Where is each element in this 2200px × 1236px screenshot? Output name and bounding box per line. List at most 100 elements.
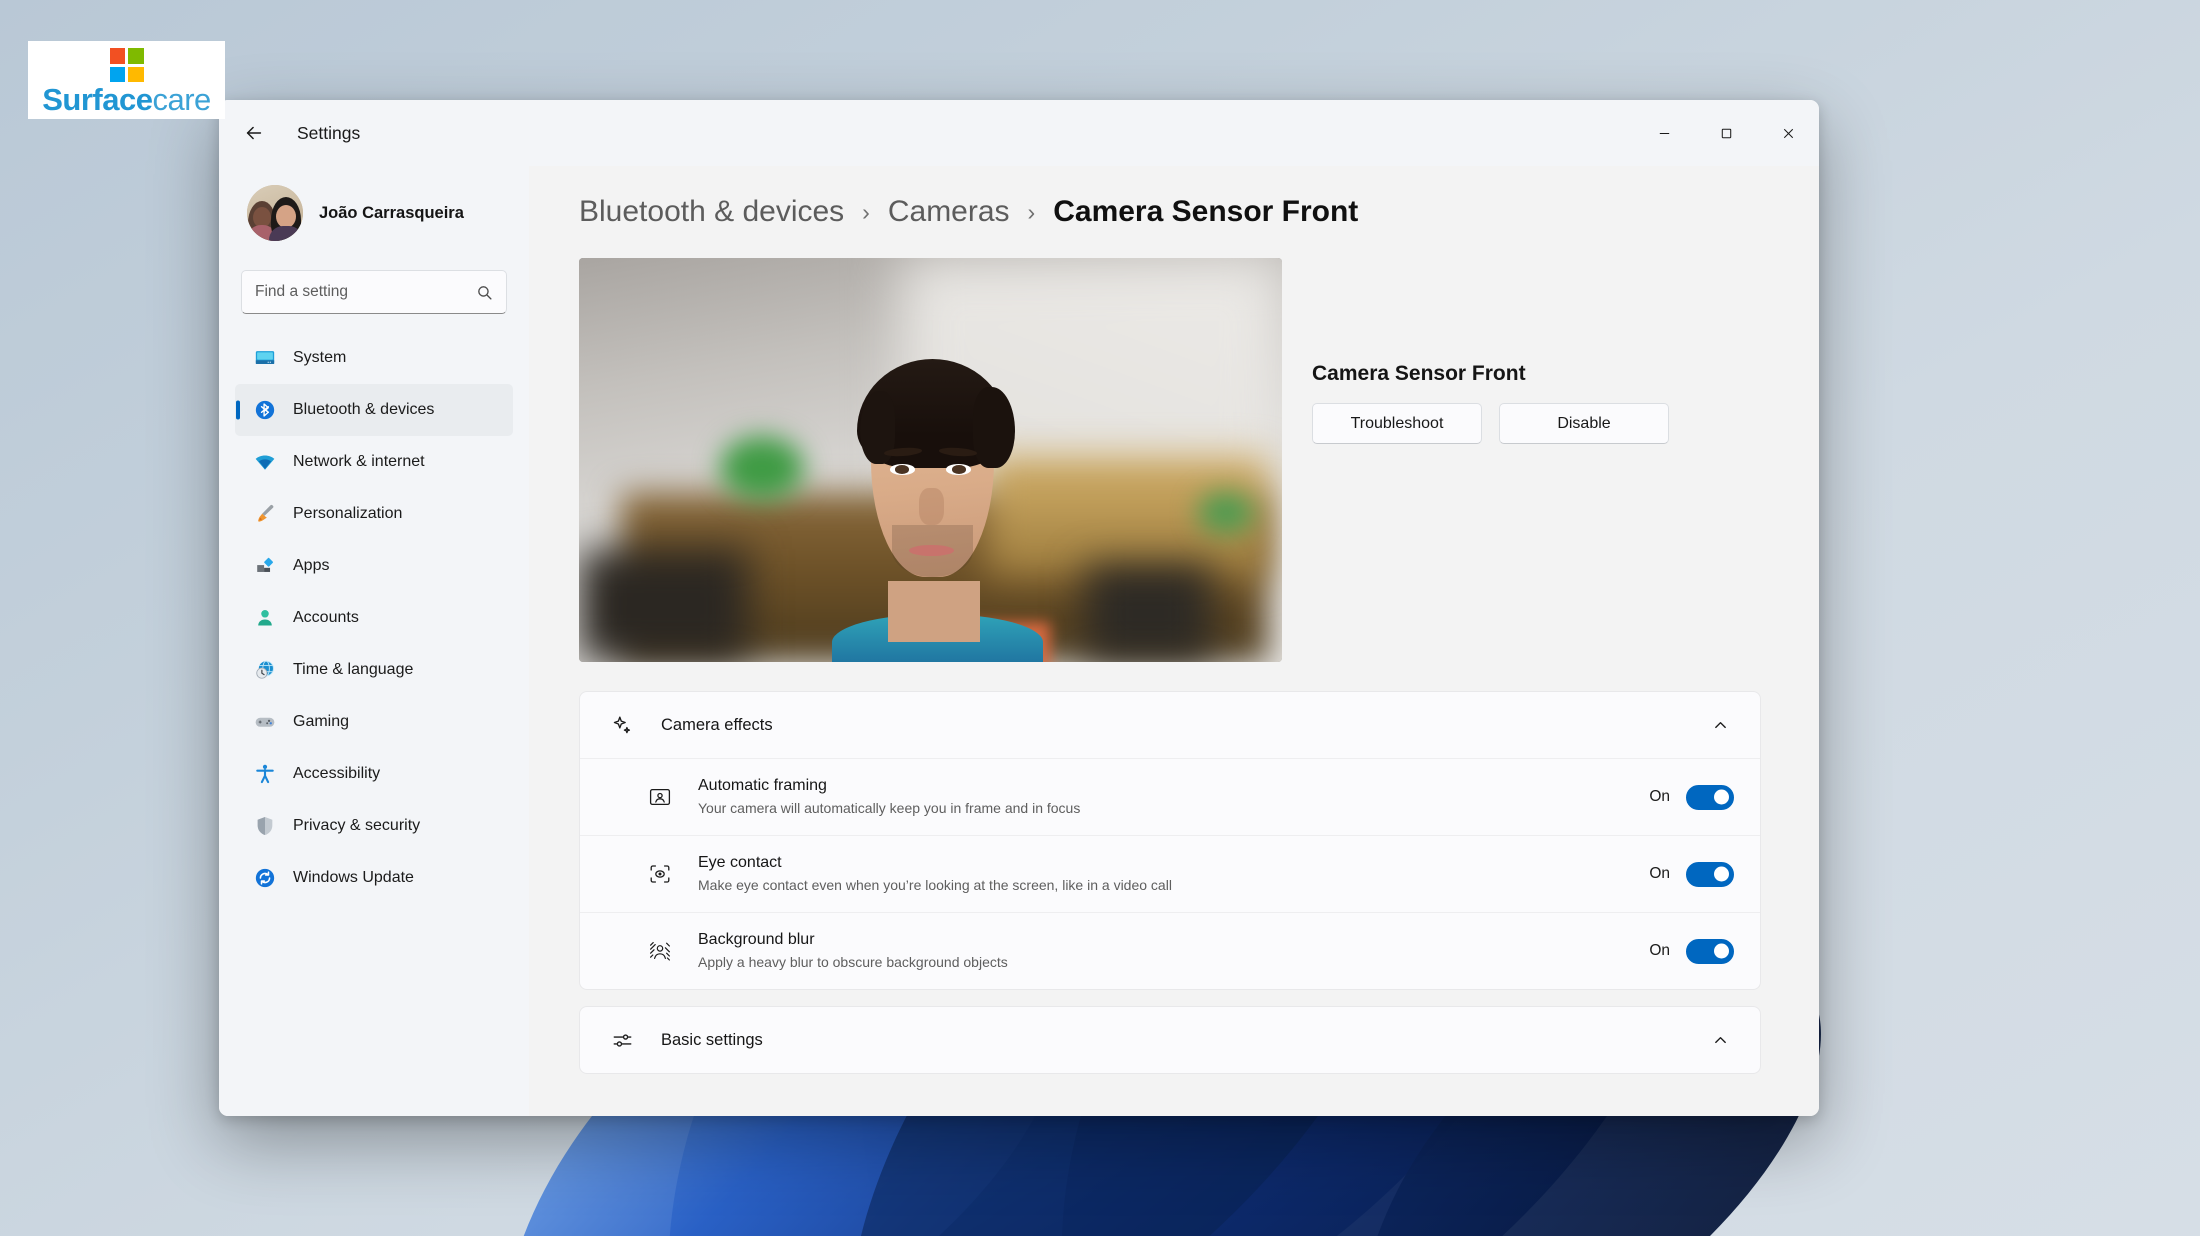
settings-window: Settings xyxy=(219,100,1819,1116)
logo-brand-bold: Surface xyxy=(42,82,152,117)
sidebar-item-label: Privacy & security xyxy=(293,817,420,835)
effect-text: Automatic framing Your camera will autom… xyxy=(698,775,1649,818)
sidebar-item-bluetooth-devices[interactable]: Bluetooth & devices xyxy=(235,384,513,436)
minimize-button[interactable] xyxy=(1633,100,1695,166)
effect-description: Make eye contact even when you’re lookin… xyxy=(698,876,1649,896)
settings-cards: Camera effects xyxy=(553,691,1761,1074)
logo-brand-light: care xyxy=(152,82,210,117)
effect-control: On xyxy=(1649,939,1734,964)
sparkles-icon xyxy=(609,714,635,737)
update-icon xyxy=(253,866,277,890)
breadcrumb: Bluetooth & devices › Cameras › Camera S… xyxy=(553,166,1761,258)
toggle-state-label: On xyxy=(1649,942,1670,960)
disable-button[interactable]: Disable xyxy=(1499,403,1669,444)
sidebar-item-label: Gaming xyxy=(293,713,349,731)
sidebar-item-network-internet[interactable]: Network & internet xyxy=(235,436,513,488)
effect-title: Automatic framing xyxy=(698,777,827,794)
microsoft-logo-icon xyxy=(110,48,144,82)
sidebar-nav: System Bluetooth & devices xyxy=(233,332,515,904)
basic-settings-header[interactable]: Basic settings xyxy=(580,1007,1760,1073)
sidebar-item-label: Network & internet xyxy=(293,453,425,471)
arrow-left-icon xyxy=(243,122,265,144)
maximize-icon xyxy=(1719,126,1734,141)
breadcrumb-separator: › xyxy=(862,199,870,226)
sidebar-item-gaming[interactable]: Gaming xyxy=(235,696,513,748)
sidebar-item-windows-update[interactable]: Windows Update xyxy=(235,852,513,904)
chevron-up-icon[interactable] xyxy=(1706,718,1734,733)
eye-contact-toggle[interactable] xyxy=(1686,862,1734,887)
effect-control: On xyxy=(1649,862,1734,887)
bluetooth-icon xyxy=(253,398,277,422)
sidebar-item-apps[interactable]: Apps xyxy=(235,540,513,592)
device-buttons: Troubleshoot Disable xyxy=(1312,403,1669,444)
effect-text: Eye contact Make eye contact even when y… xyxy=(698,852,1649,895)
effect-text: Background blur Apply a heavy blur to ob… xyxy=(698,929,1649,972)
gamepad-icon xyxy=(253,710,277,734)
basic-settings-title: Basic settings xyxy=(661,1031,1706,1050)
wifi-icon xyxy=(253,450,277,474)
search-box[interactable] xyxy=(241,270,507,314)
background-blur-icon xyxy=(647,939,673,963)
sidebar-item-system[interactable]: System xyxy=(235,332,513,384)
apps-icon xyxy=(253,554,277,578)
search-area xyxy=(233,270,515,314)
content-area: Bluetooth & devices › Cameras › Camera S… xyxy=(529,166,1819,1116)
monitor-icon xyxy=(253,346,277,370)
window-title: Settings xyxy=(297,123,360,144)
sidebar-item-personalization[interactable]: Personalization xyxy=(235,488,513,540)
device-info: Camera Sensor Front Troubleshoot Disable xyxy=(1300,258,1669,444)
sidebar-item-accounts[interactable]: Accounts xyxy=(235,592,513,644)
effect-row-automatic-framing[interactable]: Automatic framing Your camera will autom… xyxy=(580,758,1760,835)
chevron-up-icon[interactable] xyxy=(1706,1033,1734,1048)
effect-row-eye-contact[interactable]: Eye contact Make eye contact even when y… xyxy=(580,835,1760,912)
close-button[interactable] xyxy=(1757,100,1819,166)
person-icon xyxy=(253,606,277,630)
effect-control: On xyxy=(1649,785,1734,810)
effect-description: Apply a heavy blur to obscure background… xyxy=(698,953,1649,973)
breadcrumb-parent[interactable]: Cameras xyxy=(888,195,1010,229)
breadcrumb-separator: › xyxy=(1028,199,1036,226)
camera-effects-title: Camera effects xyxy=(661,716,1706,735)
desktop: Surfacecare Settings xyxy=(0,0,2200,1236)
automatic-framing-toggle[interactable] xyxy=(1686,785,1734,810)
user-profile[interactable]: João Carrasqueira xyxy=(233,166,515,252)
sidebar-item-label: Accessibility xyxy=(293,765,380,783)
sidebar-item-time-language[interactable]: Time & language xyxy=(235,644,513,696)
camera-effects-header[interactable]: Camera effects xyxy=(580,692,1760,758)
clock-globe-icon xyxy=(253,658,277,682)
effect-title: Background blur xyxy=(698,931,815,948)
window-controls xyxy=(1633,100,1819,166)
search-input[interactable] xyxy=(255,283,476,301)
troubleshoot-button[interactable]: Troubleshoot xyxy=(1312,403,1482,444)
sliders-icon xyxy=(609,1029,635,1052)
sidebar: João Carrasqueira xyxy=(219,166,529,1116)
minimize-icon xyxy=(1657,126,1672,141)
ms-square-green xyxy=(128,48,144,64)
avatar xyxy=(247,185,303,241)
sidebar-item-label: Bluetooth & devices xyxy=(293,401,434,419)
sidebar-item-label: System xyxy=(293,349,346,367)
sidebar-item-label: Apps xyxy=(293,557,329,575)
ms-square-yellow xyxy=(128,67,144,83)
back-button[interactable] xyxy=(231,110,277,156)
toggle-state-label: On xyxy=(1649,865,1670,883)
effect-row-background-blur[interactable]: Background blur Apply a heavy blur to ob… xyxy=(580,912,1760,989)
ms-square-blue xyxy=(110,67,126,83)
effect-title: Eye contact xyxy=(698,854,782,871)
maximize-button[interactable] xyxy=(1695,100,1757,166)
sidebar-item-privacy-security[interactable]: Privacy & security xyxy=(235,800,513,852)
paintbrush-icon xyxy=(253,502,277,526)
background-blur-toggle[interactable] xyxy=(1686,939,1734,964)
breadcrumb-root[interactable]: Bluetooth & devices xyxy=(579,195,844,229)
accessibility-icon xyxy=(253,762,277,786)
effect-description: Your camera will automatically keep you … xyxy=(698,799,1649,819)
window-titlebar: Settings xyxy=(219,100,1819,166)
surface-care-logo: Surfacecare xyxy=(28,41,225,119)
person-frame-icon xyxy=(647,785,673,809)
eye-focus-icon xyxy=(647,862,673,886)
camera-effects-card: Camera effects xyxy=(579,691,1761,990)
logo-wordmark: Surfacecare xyxy=(42,84,211,115)
sidebar-item-accessibility[interactable]: Accessibility xyxy=(235,748,513,800)
sidebar-item-label: Personalization xyxy=(293,505,402,523)
basic-settings-card: Basic settings xyxy=(579,1006,1761,1074)
